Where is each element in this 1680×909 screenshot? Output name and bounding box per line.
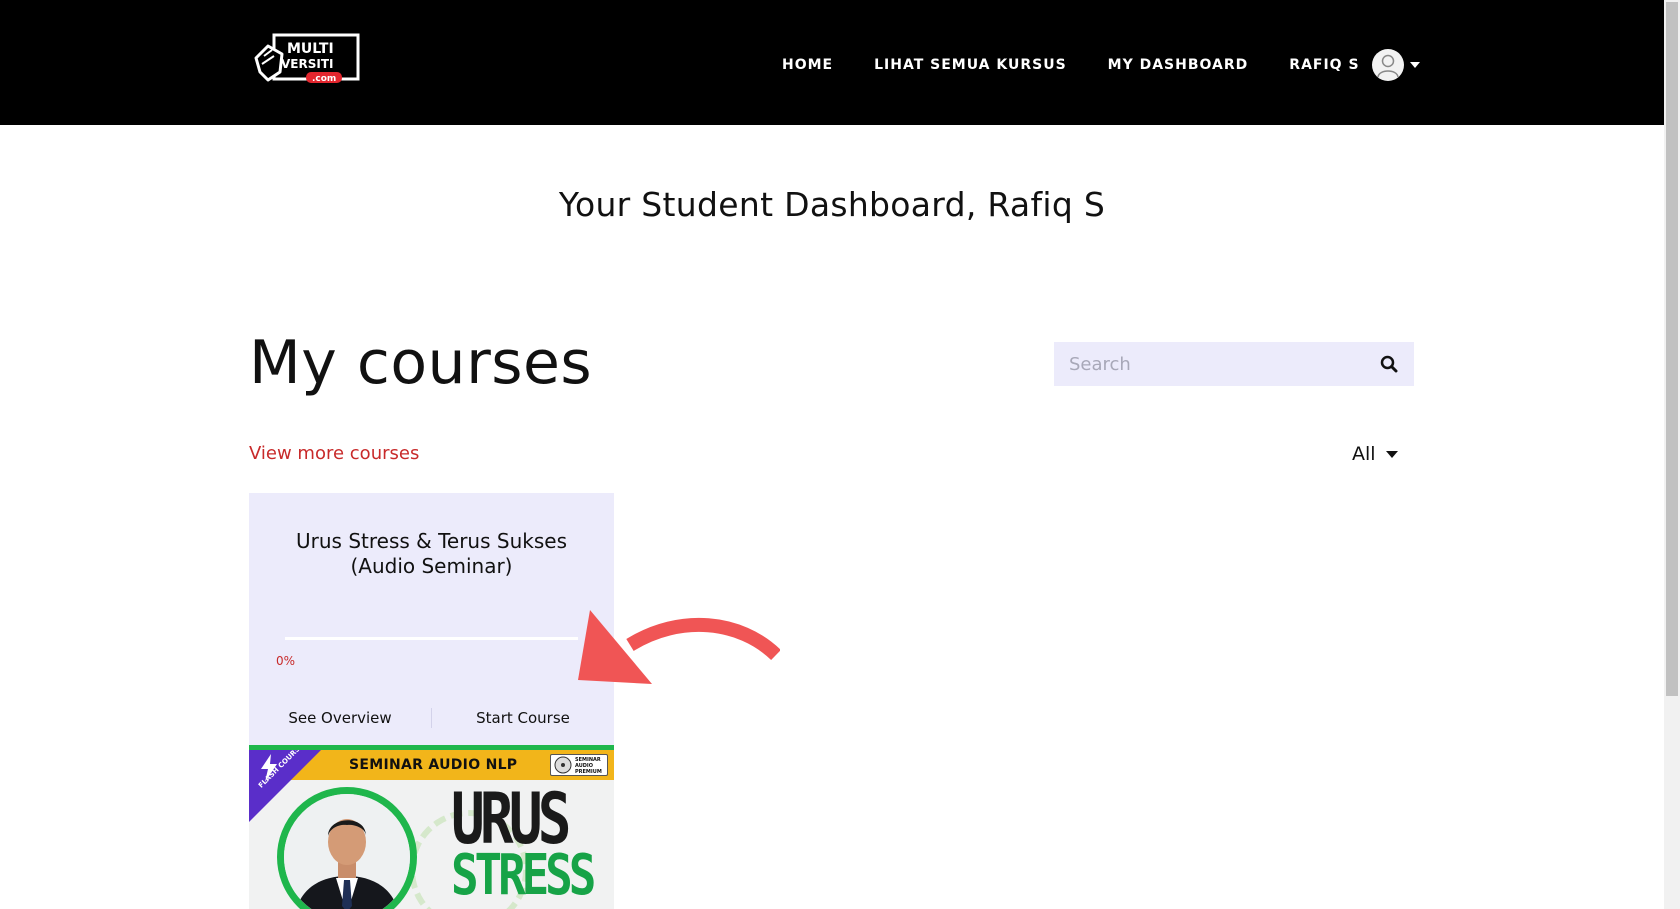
- nav-home[interactable]: HOME: [782, 57, 833, 73]
- page-scrollbar[interactable]: [1664, 0, 1680, 909]
- course-actions: See Overview Start Course: [249, 705, 614, 731]
- scrollbar-thumb[interactable]: [1666, 2, 1678, 696]
- see-overview-button[interactable]: See Overview: [249, 709, 431, 727]
- view-more-courses-link[interactable]: View more courses: [249, 443, 419, 464]
- dashboard-welcome-title: Your Student Dashboard, Rafiq S: [558, 185, 1106, 224]
- course-filter-dropdown[interactable]: All: [1352, 443, 1398, 465]
- thumbnail-title-stress: STRESS: [451, 843, 596, 908]
- user-menu[interactable]: RAFIQ S: [1289, 49, 1420, 81]
- course-search: [1054, 342, 1414, 386]
- premium-badge-text: SEMINAR AUDIO PREMIUM: [575, 757, 602, 775]
- nav-lihat-semua-kursus[interactable]: LIHAT SEMUA KURSUS: [874, 57, 1067, 73]
- course-thumbnail[interactable]: SEMINAR AUDIO NLP SEMINAR AUDIO PREMIUM …: [249, 745, 614, 909]
- logo-graphic: MULTI VERSITI .com: [254, 33, 360, 84]
- course-title[interactable]: Urus Stress & Terus Sukses (Audio Semina…: [269, 529, 594, 579]
- main-nav: HOME LIHAT SEMUA KURSUS MY DASHBOARD RAF…: [782, 49, 1420, 81]
- cd-icon: [554, 756, 572, 774]
- search-icon[interactable]: [1364, 342, 1414, 386]
- user-name: RAFIQ S: [1289, 57, 1360, 73]
- speaker-portrait: [277, 787, 417, 909]
- search-input[interactable]: [1054, 342, 1364, 386]
- filter-selected-value: All: [1352, 443, 1376, 465]
- my-courses-heading: My courses: [249, 328, 593, 398]
- premium-badge: SEMINAR AUDIO PREMIUM: [550, 754, 608, 776]
- multiversiti-logo[interactable]: MULTI VERSITI .com: [252, 32, 368, 90]
- chevron-down-icon[interactable]: [1409, 62, 1420, 68]
- curved-arrow-icon: [578, 610, 780, 684]
- chevron-down-icon: [1385, 450, 1398, 458]
- course-progress-bar: [285, 637, 578, 640]
- course-card: Urus Stress & Terus Sukses (Audio Semina…: [249, 493, 614, 909]
- start-course-button[interactable]: Start Course: [432, 709, 614, 727]
- thumbnail-banner-text: SEMINAR AUDIO NLP: [349, 757, 518, 773]
- logo-text-com: .com: [312, 74, 336, 84]
- logo-text-multi: MULTI: [287, 41, 334, 57]
- logo-text-versiti: VERSITI: [281, 57, 333, 71]
- top-navigation-bar: MULTI VERSITI .com HOME LIHAT SEMUA KURS…: [0, 0, 1664, 125]
- nav-my-dashboard[interactable]: MY DASHBOARD: [1108, 57, 1249, 73]
- course-progress-label: 0%: [276, 654, 296, 668]
- user-avatar-icon[interactable]: [1371, 49, 1404, 81]
